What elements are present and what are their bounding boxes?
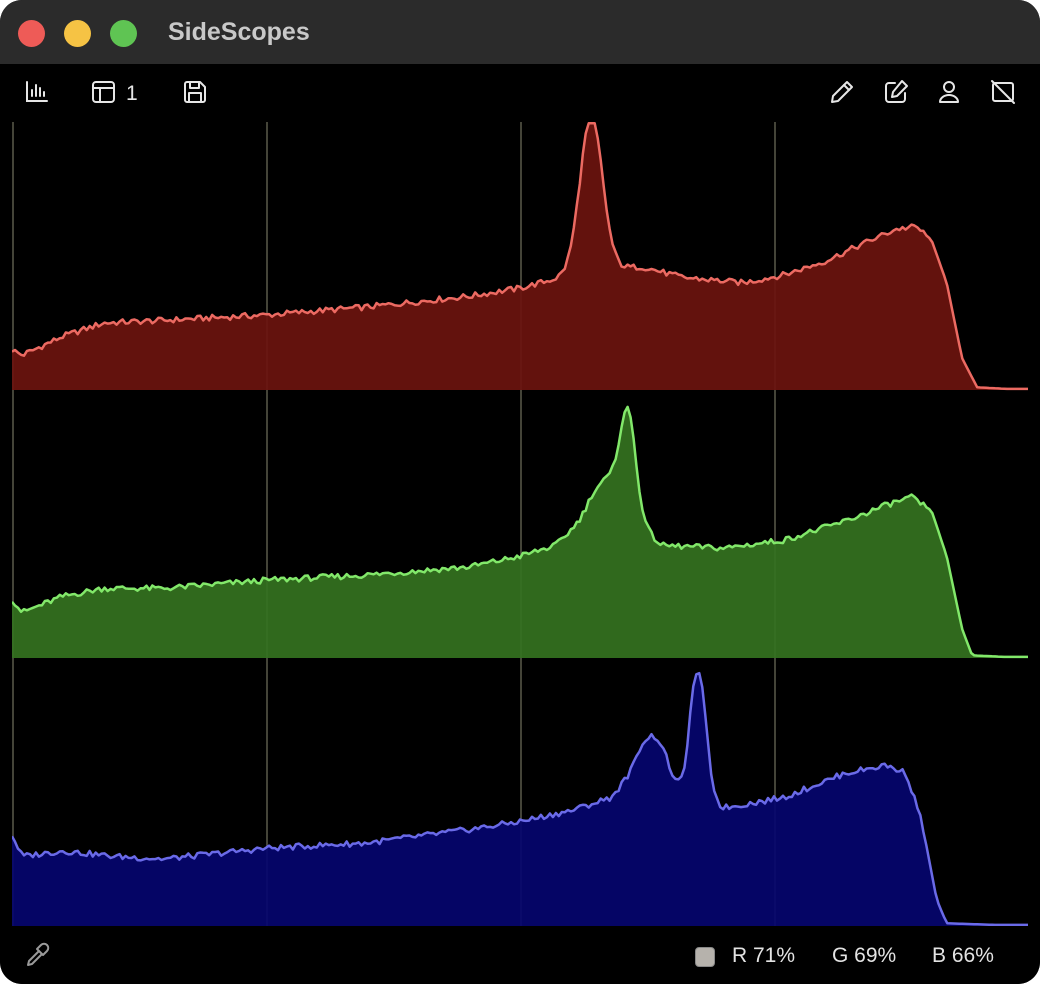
toolbar: 1 bbox=[0, 64, 1040, 122]
blue-readout: B 66% bbox=[932, 944, 994, 967]
title-bar: SideScopes bbox=[0, 0, 1040, 65]
histogram-icon[interactable] bbox=[23, 78, 51, 106]
close-window-button[interactable] bbox=[18, 20, 45, 47]
window-title: SideScopes bbox=[168, 18, 310, 46]
person-icon[interactable] bbox=[935, 78, 963, 106]
eyedropper-icon[interactable] bbox=[24, 942, 50, 968]
edit-note-icon[interactable] bbox=[882, 78, 910, 106]
no-display-icon[interactable] bbox=[989, 78, 1017, 106]
green-histogram-area bbox=[12, 406, 1028, 658]
save-icon[interactable] bbox=[181, 78, 209, 106]
layout-icon[interactable] bbox=[90, 78, 118, 106]
pencil-icon[interactable] bbox=[828, 78, 856, 106]
histogram-parade bbox=[12, 122, 1028, 926]
app-window: SideScopes 1 R 71% G 69% B 66% bbox=[0, 0, 1040, 984]
color-swatch bbox=[695, 947, 715, 967]
green-readout: G 69% bbox=[832, 944, 897, 967]
red-readout: R 71% bbox=[732, 944, 796, 967]
status-bar: R 71% G 69% B 66% bbox=[0, 926, 1040, 984]
minimize-window-button[interactable] bbox=[64, 20, 91, 47]
blue-histogram-area bbox=[12, 673, 1028, 926]
zoom-window-button[interactable] bbox=[110, 20, 137, 47]
layout-number: 1 bbox=[126, 82, 138, 105]
red-histogram-area bbox=[12, 123, 1028, 391]
histogram-canvas bbox=[12, 122, 1028, 926]
